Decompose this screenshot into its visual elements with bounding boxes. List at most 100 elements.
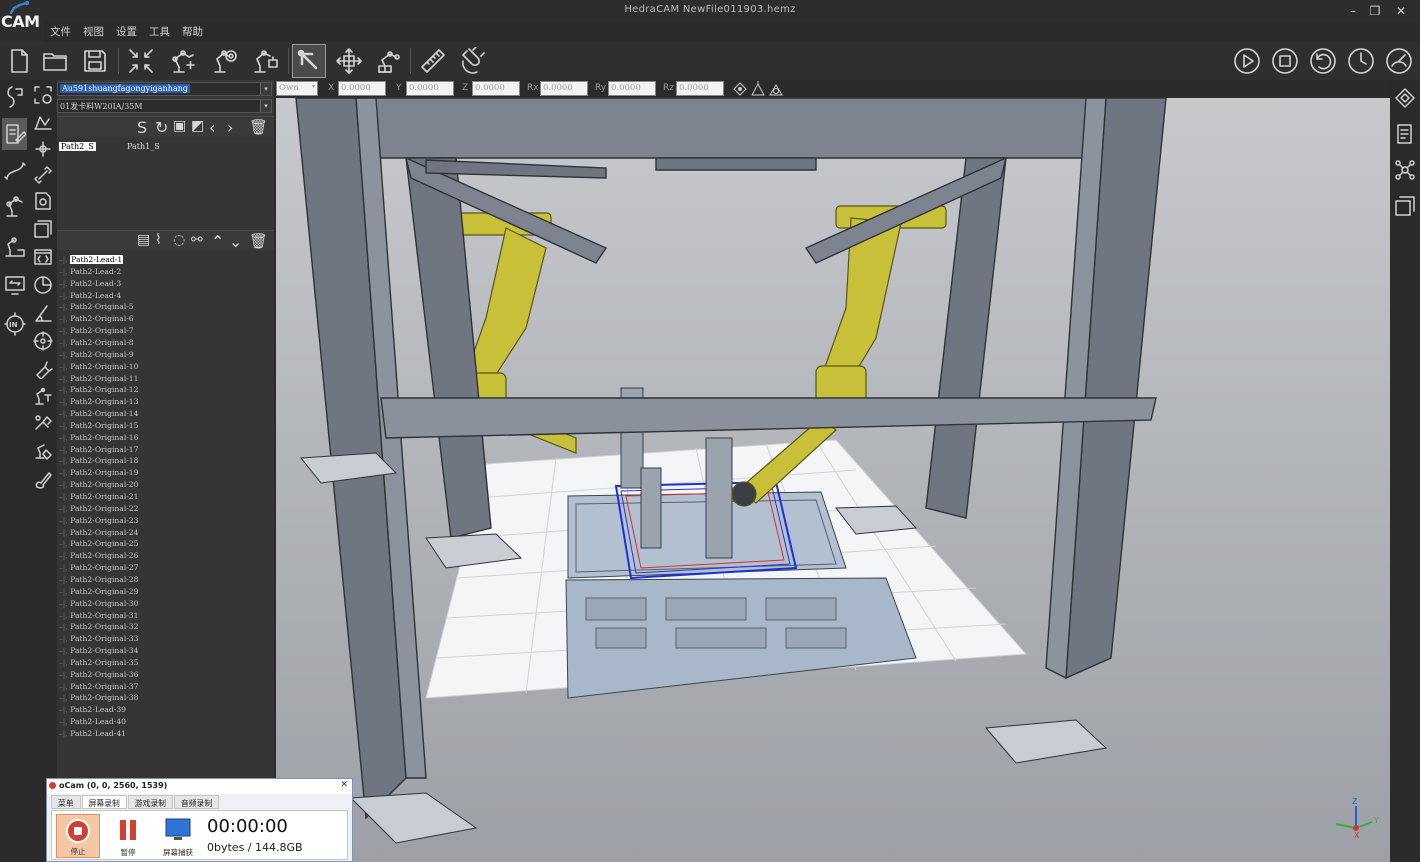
menu-file[interactable]: 文件 bbox=[44, 22, 77, 40]
gripper-tool-button[interactable] bbox=[30, 384, 55, 410]
tree-item[interactable]: –|, Path2-Original-33 bbox=[59, 633, 138, 644]
tree-item[interactable]: –|, Path2-Original-26 bbox=[59, 550, 138, 561]
code-tool-button[interactable] bbox=[30, 244, 55, 270]
io-module-button[interactable] bbox=[2, 270, 27, 302]
tree-item[interactable]: –|, Path2-Original-21 bbox=[59, 491, 138, 502]
path-tab-path1[interactable]: Path1_S bbox=[127, 142, 160, 151]
tree-item[interactable]: –|, Path2-Lead-40 bbox=[59, 716, 126, 727]
network-button[interactable] bbox=[1392, 156, 1418, 184]
robot-base-button[interactable] bbox=[372, 44, 406, 78]
points-tool-button[interactable] bbox=[30, 136, 55, 162]
stop-button[interactable] bbox=[1268, 44, 1302, 78]
gauge-button[interactable] bbox=[1382, 44, 1416, 78]
tree-item[interactable]: –|, Path2-Lead-41 bbox=[59, 728, 126, 739]
tree-item[interactable]: –|, Path2-Original-38 bbox=[59, 692, 138, 703]
tree-item[interactable]: –|, Path2-Original-25 bbox=[59, 538, 138, 549]
spray-tool-button[interactable] bbox=[30, 356, 55, 382]
tree-item[interactable]: –|, Path2-Lead-3 bbox=[59, 278, 121, 289]
tree-item[interactable]: –|, Path2-Original-30 bbox=[59, 598, 138, 609]
rz-input[interactable]: 0.0000 bbox=[676, 81, 724, 96]
tree-item[interactable]: –|, Path2-Original-5 bbox=[59, 301, 134, 312]
tree-item[interactable]: –|, Path2-Original-20 bbox=[59, 479, 138, 490]
rx-input[interactable]: 0.0000 bbox=[540, 81, 588, 96]
tree-item[interactable]: –|, Path2-Original-35 bbox=[59, 657, 138, 668]
brush-tool-button[interactable] bbox=[30, 466, 55, 492]
previous-icon[interactable]: ‹ bbox=[209, 118, 215, 137]
close-button[interactable]: ✕ bbox=[1390, 2, 1412, 20]
ocam-stop-button[interactable]: 停止 bbox=[56, 814, 100, 858]
tree-item[interactable]: –|, Path2-Original-7 bbox=[59, 325, 134, 336]
tree-item[interactable]: –|, Path2-Original-11 bbox=[59, 373, 138, 384]
angle-tool-button[interactable] bbox=[30, 300, 55, 326]
edit-module-button[interactable] bbox=[2, 118, 27, 150]
spray-module-button[interactable] bbox=[2, 82, 27, 112]
new-file-button[interactable] bbox=[2, 44, 36, 78]
refresh-icon[interactable]: ↻ bbox=[155, 118, 168, 137]
tree-item[interactable]: –|, Path2-Original-14 bbox=[59, 408, 138, 419]
timer-button[interactable] bbox=[1344, 44, 1378, 78]
menu-tools[interactable]: 工具 bbox=[143, 22, 176, 40]
save-button[interactable] bbox=[78, 44, 112, 78]
ocam-tab-screen-record[interactable]: 屏幕录制 bbox=[81, 795, 127, 809]
tree-item[interactable]: –|, Path2-Original-12 bbox=[59, 384, 138, 395]
ocam-tab-audio-record[interactable]: 音频录制 bbox=[173, 795, 220, 809]
ocam-pause-button[interactable]: 暂停 bbox=[106, 814, 150, 858]
config-tool-button[interactable] bbox=[30, 188, 55, 214]
snap-tools-icon[interactable] bbox=[732, 81, 786, 97]
station-module-button[interactable] bbox=[2, 230, 27, 262]
z-input[interactable]: 0.0000 bbox=[472, 81, 520, 96]
menu-help[interactable]: 帮助 bbox=[176, 22, 209, 40]
link-chain-icon[interactable]: ⚯ bbox=[191, 232, 203, 248]
path-module-button[interactable] bbox=[2, 156, 27, 186]
tree-item[interactable]: –|, Path2-Original-15 bbox=[59, 420, 138, 431]
tree-item[interactable]: –|, Path2-Lead-39 bbox=[59, 704, 126, 715]
y-input[interactable]: 0.0000 bbox=[406, 81, 454, 96]
profile-tool-button[interactable] bbox=[30, 110, 55, 136]
tree-item[interactable]: –|, Path2-Original-18 bbox=[59, 455, 138, 466]
part-combo[interactable]: 01发卡料W20IA/35M ▾ bbox=[57, 99, 272, 113]
tree-item[interactable]: –|, Path2-Original-10 bbox=[59, 361, 138, 372]
capture-tool-button[interactable] bbox=[30, 82, 55, 108]
robot-settings-button[interactable] bbox=[208, 44, 242, 78]
tree-item[interactable]: –|, Path2-Original-27 bbox=[59, 562, 138, 573]
tree-item[interactable]: –|, Path2-Original-16 bbox=[59, 432, 138, 443]
export-doc-icon[interactable]: ▣ bbox=[173, 118, 186, 134]
link-tool-button[interactable] bbox=[30, 162, 55, 188]
weld-tool-button[interactable] bbox=[30, 410, 55, 436]
loop-icon[interactable]: ◌ bbox=[173, 232, 185, 248]
tree-item[interactable]: –|, Path2-Original-13 bbox=[59, 396, 138, 407]
robot-path-button[interactable] bbox=[166, 44, 200, 78]
tree-item[interactable]: –|, Path2-Original-8 bbox=[59, 337, 134, 348]
tree-item[interactable]: –|, Path2-Lead-2 bbox=[59, 266, 121, 277]
menu-settings[interactable]: 设置 bbox=[110, 22, 143, 40]
minimize-button[interactable]: – bbox=[1342, 2, 1364, 20]
target-tool-button[interactable] bbox=[30, 328, 55, 354]
tree-item[interactable]: –|, Path2-Original-34 bbox=[59, 645, 138, 656]
tree-item[interactable]: –|, Path2-Original-23 bbox=[59, 515, 138, 526]
robot-frame-button[interactable] bbox=[248, 44, 282, 78]
tree-item[interactable]: –|, Path2-Original-6 bbox=[59, 313, 134, 324]
layer-view-button[interactable] bbox=[1392, 84, 1418, 112]
x-input[interactable]: 0.0000 bbox=[338, 81, 386, 96]
dispense-tool-button[interactable] bbox=[30, 438, 55, 464]
select-arrow-button[interactable] bbox=[292, 44, 326, 78]
move-down-icon[interactable]: ⌄ bbox=[229, 232, 242, 251]
delete-path-icon[interactable]: 🗑 bbox=[249, 118, 268, 136]
menu-view[interactable]: 视图 bbox=[77, 22, 110, 40]
tree-item[interactable]: –|, Path2-Original-31 bbox=[59, 610, 138, 621]
tree-item[interactable]: –|, Path2-Original-19 bbox=[59, 467, 138, 478]
ocam-capture-button[interactable]: 屏幕捕获 bbox=[156, 814, 200, 858]
screen-button[interactable] bbox=[1392, 192, 1418, 220]
tree-item[interactable]: –|, Path2-Original-24 bbox=[59, 527, 138, 538]
open-folder-button[interactable] bbox=[38, 44, 72, 78]
next-icon[interactable]: › bbox=[227, 118, 233, 137]
ocam-tab-game-record[interactable]: 游戏录制 bbox=[127, 795, 173, 809]
fit-view-button[interactable] bbox=[124, 44, 158, 78]
chart-tool-button[interactable] bbox=[30, 272, 55, 298]
play-button[interactable] bbox=[1230, 44, 1264, 78]
measure-ruler-button[interactable] bbox=[416, 44, 450, 78]
3d-viewport[interactable]: Z Y X bbox=[276, 98, 1390, 862]
window-tool-button[interactable] bbox=[30, 216, 55, 242]
tree-item[interactable]: –|, Path2-Original-28 bbox=[59, 574, 138, 585]
ocam-tab-menu[interactable]: 菜单 bbox=[51, 795, 81, 809]
